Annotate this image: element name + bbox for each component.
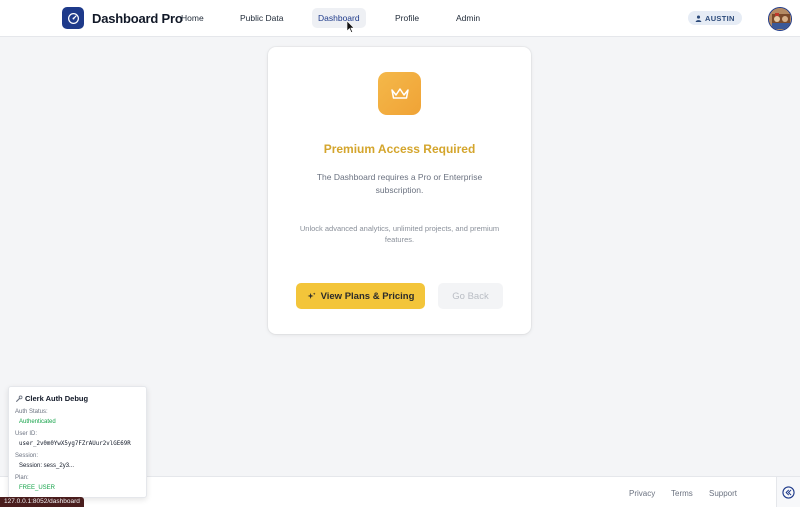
top-navbar: Dashboard Pro Home Public Data Dashboard… bbox=[0, 0, 800, 37]
card-subtext: Unlock advanced analytics, unlimited pro… bbox=[299, 224, 500, 244]
user-id-label: User ID: bbox=[15, 431, 38, 437]
plan-label: Plan: bbox=[15, 475, 29, 481]
nav-public-data[interactable]: Public Data bbox=[234, 8, 289, 28]
gauge-icon bbox=[67, 12, 79, 24]
view-plans-button[interactable]: View Plans & Pricing bbox=[296, 283, 425, 309]
view-plans-label: View Plans & Pricing bbox=[320, 290, 415, 302]
auth-debug-panel: Clerk Auth Debug Auth Status: Authentica… bbox=[8, 386, 147, 498]
debug-title: Clerk Auth Debug bbox=[15, 394, 88, 403]
nav-home[interactable]: Home bbox=[175, 8, 210, 28]
double-chevron-left-icon bbox=[782, 485, 795, 499]
nav-admin[interactable]: Admin bbox=[450, 8, 486, 28]
wrench-icon bbox=[16, 395, 23, 402]
brand-logo[interactable] bbox=[62, 7, 84, 29]
premium-access-card: Premium Access Required The Dashboard re… bbox=[268, 47, 531, 334]
card-description: The Dashboard requires a Pro or Enterpri… bbox=[316, 172, 483, 195]
mouse-cursor-icon bbox=[347, 21, 355, 33]
crown-icon bbox=[390, 87, 409, 99]
card-title: Premium Access Required bbox=[323, 142, 476, 156]
footer-terms-link[interactable]: Terms bbox=[671, 489, 693, 498]
session-label: Session: bbox=[15, 453, 39, 459]
user-id-value: user_2v0m0YwX5yg7FZrAUur2vlGE69R bbox=[19, 441, 131, 447]
user-badge[interactable]: AUSTIN bbox=[688, 11, 742, 25]
go-back-button[interactable]: Go Back bbox=[438, 283, 503, 309]
nav-dashboard[interactable]: Dashboard bbox=[312, 8, 366, 28]
sparkles-icon bbox=[307, 291, 316, 299]
footer-support-link[interactable]: Support bbox=[709, 489, 737, 498]
user-icon bbox=[695, 15, 702, 22]
avatar[interactable] bbox=[768, 7, 792, 31]
plan-value: FREE_USER bbox=[19, 485, 56, 491]
auth-status-value: Authenticated bbox=[19, 419, 56, 425]
session-value: Session: sess_2y3... bbox=[19, 463, 75, 469]
crown-badge bbox=[378, 72, 421, 115]
nav-profile[interactable]: Profile bbox=[389, 8, 425, 28]
user-name: AUSTIN bbox=[705, 13, 735, 23]
footer-privacy-link[interactable]: Privacy bbox=[629, 489, 655, 498]
auth-status-label: Auth Status: bbox=[15, 409, 48, 415]
debug-title-text: Clerk Auth Debug bbox=[25, 394, 89, 403]
brand-name[interactable]: Dashboard Pro bbox=[92, 11, 183, 26]
browser-status-url: 127.0.0.1:8052/dashboard bbox=[0, 497, 84, 507]
avatar-image-icon bbox=[769, 8, 791, 30]
collapse-panel-button[interactable] bbox=[776, 477, 800, 507]
